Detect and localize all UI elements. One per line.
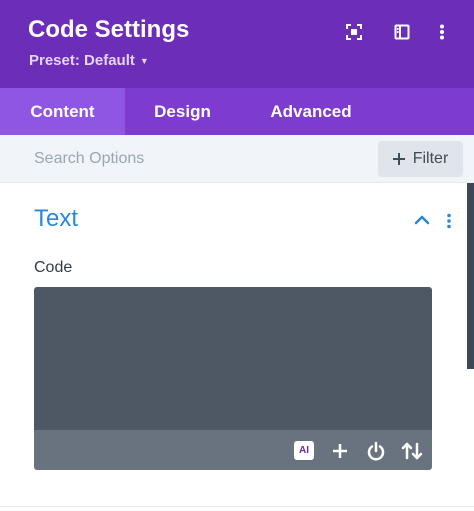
preset-selector[interactable]: Preset: Default ▼ (29, 52, 149, 69)
tab-content[interactable]: Content (0, 88, 125, 135)
section-more-icon[interactable] (440, 210, 458, 232)
filter-label: Filter (412, 150, 449, 167)
power-icon[interactable] (365, 440, 387, 462)
panel-title: Code Settings (28, 16, 190, 43)
caret-down-icon: ▼ (139, 55, 149, 66)
search-input[interactable] (20, 143, 360, 175)
section-title[interactable]: Text (34, 205, 78, 233)
focus-icon[interactable] (344, 22, 364, 42)
preset-label: Preset: Default (29, 52, 135, 69)
tab-design[interactable]: Design (125, 88, 240, 135)
more-vertical-icon[interactable] (432, 22, 452, 42)
chevron-up-icon[interactable] (412, 212, 432, 228)
section-divider (0, 506, 474, 507)
scrollbar-thumb[interactable] (467, 183, 474, 369)
plus-icon[interactable] (329, 440, 351, 462)
code-field-label: Code (34, 259, 73, 276)
ai-icon[interactable]: AI (294, 441, 314, 460)
tab-bar: Content Design Advanced (0, 88, 474, 135)
sidebar-icon[interactable] (392, 22, 412, 42)
code-editor[interactable] (34, 287, 432, 430)
plus-icon (392, 153, 405, 165)
tab-advanced[interactable]: Advanced (240, 88, 382, 135)
sort-icon[interactable] (401, 440, 423, 462)
filter-button[interactable]: Filter (378, 141, 463, 177)
settings-header: Code Settings Preset: Default ▼ (0, 0, 474, 88)
